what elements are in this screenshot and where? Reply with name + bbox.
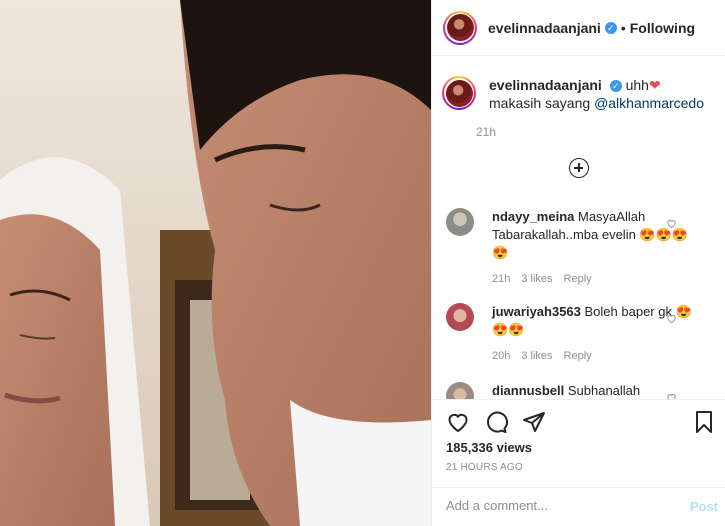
heart-icon[interactable] [446,410,470,434]
caption-avatar[interactable] [442,76,476,110]
view-count[interactable]: 185,336 views [446,440,532,455]
comment-item: ndayy_meina MasyaAllah Tabarakallah..mba… [446,208,697,288]
caption-mention[interactable]: @alkhanmarcedo [594,95,704,111]
post-header: evelinnadaanjani ✓ • Following [432,0,725,56]
reply-button[interactable]: Reply [564,350,592,362]
plus-circle-icon[interactable] [569,158,589,178]
comment-username[interactable]: juwariyah3563 [492,304,581,319]
caption-text: uhh [625,77,649,93]
comments-list[interactable]: evelinnadaanjani ✓ uhh❤ makasih sayang @… [432,56,725,399]
comment-item: diannusbell Subhanallah [446,382,697,399]
heart-emoji: ❤ [648,77,661,93]
header-username[interactable]: evelinnadaanjani [488,20,601,36]
share-icon[interactable] [522,410,546,434]
post-actions: 185,336 views 21 HOURS AGO [432,399,725,473]
post-sidebar: evelinnadaanjani ✓ • Following evelinnad… [431,0,725,526]
verified-icon: ✓ [604,21,617,34]
heart-icon[interactable] [666,392,677,399]
following-button[interactable]: Following [630,20,695,36]
post-timestamp[interactable]: 21 HOURS AGO [446,462,523,473]
comment-time[interactable]: 21h [492,273,510,285]
heart-icon[interactable] [666,218,677,229]
separator-dot: • [620,19,626,36]
caption: evelinnadaanjani ✓ uhh❤ makasih sayang @… [442,76,714,139]
post-video[interactable] [0,0,431,526]
caption-time[interactable]: 21h [476,125,714,139]
reply-button[interactable]: Reply [564,273,592,285]
heart-icon[interactable] [666,313,677,324]
avatar[interactable] [443,10,477,45]
video-frame [0,0,431,526]
comment-username[interactable]: diannusbell [492,383,564,398]
post-button[interactable]: Post [690,499,718,514]
comment-time[interactable]: 20h [492,350,510,362]
comment-likes[interactable]: 3 likes [521,350,552,362]
comment-avatar[interactable] [446,208,474,236]
comment-likes[interactable]: 3 likes [521,273,552,285]
comment-composer: Post [432,487,725,526]
comment-item: juwariyah3563 Boleh baper gk 😍😍😍 20h 3 li… [446,303,697,365]
verified-icon: ✓ [609,80,622,92]
comment-text: Subhanallah [567,383,641,398]
comment-avatar[interactable] [446,382,474,399]
comment-avatar[interactable] [446,303,474,331]
caption-text-2: makasih sayang [489,95,595,111]
bookmark-icon[interactable] [692,410,716,434]
comment-input[interactable] [446,498,666,513]
comment-username[interactable]: ndayy_meina [492,209,574,224]
caption-username[interactable]: evelinnadaanjani [489,77,602,93]
comment-icon[interactable] [484,410,508,434]
